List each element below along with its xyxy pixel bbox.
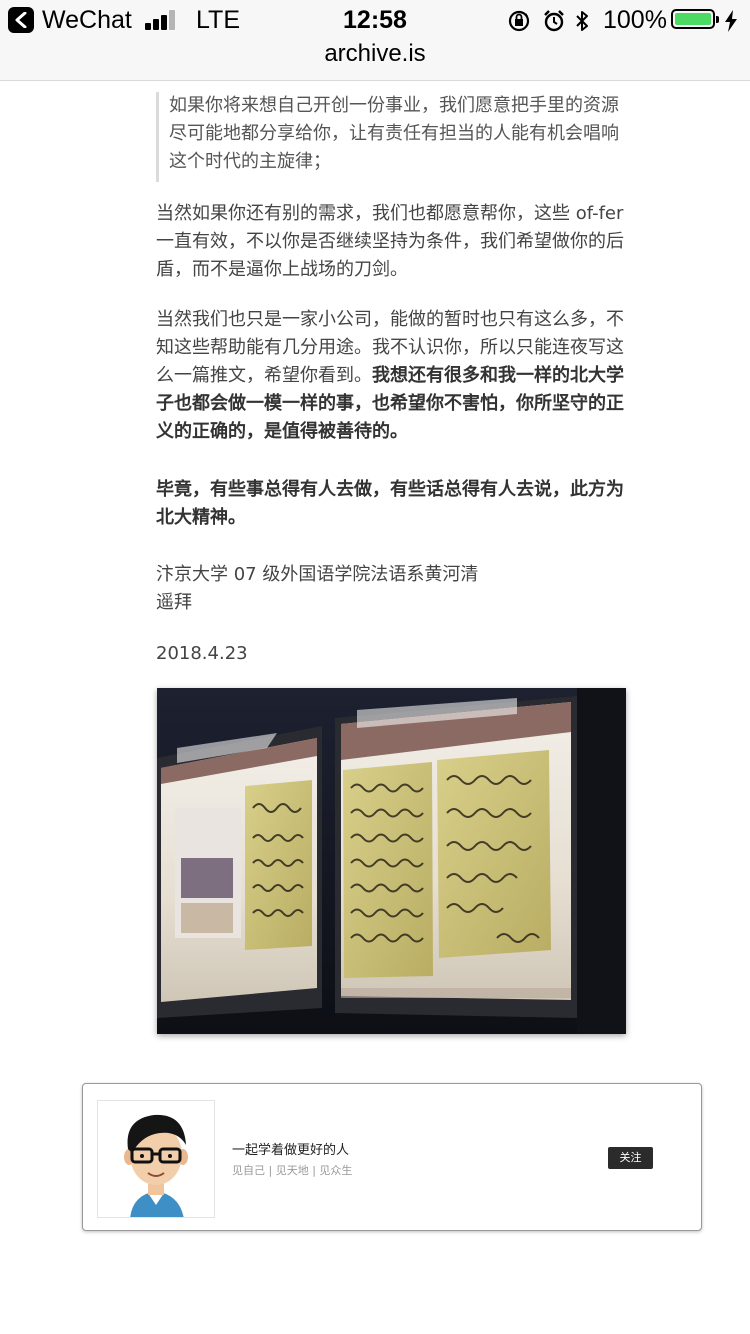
paragraph-peking-spirit: 毕竟，有些事总得有人去做，有些话总得有人去说，此方为北大精神。 xyxy=(156,476,630,532)
blockquote: 如果你将来想自己开创一份事业，我们愿意把手里的资源尽可能地都分享给你，让有责任有… xyxy=(156,92,630,182)
paragraph-small-company: 当然我们也只是一家小公司，能做的暂时也只有这么多，不知这些帮助能有几分用途。我不… xyxy=(156,306,630,446)
quote-text: 如果你将来想自己开创一份事业，我们愿意把手里的资源尽可能地都分享给你，让有责任有… xyxy=(169,95,619,172)
alarm-icon xyxy=(542,9,566,40)
battery-icon xyxy=(671,9,719,29)
charging-bolt-icon xyxy=(724,10,738,39)
author-signature: 汴京大学 07 级外国语学院法语系黄河清 xyxy=(156,564,479,585)
paragraph-offer: 当然如果你还有别的需求，我们也都愿意帮你，这些 of-fer 一直有效，不以你是… xyxy=(156,203,624,280)
poster-photo xyxy=(157,688,626,1034)
account-name: 一起学着做更好的人 xyxy=(232,1143,350,1158)
salute: 遥拜 xyxy=(156,592,192,613)
rotation-lock-icon xyxy=(507,9,531,40)
account-card[interactable]: 一起学着做更好的人 见自己 | 见天地 | 见众生 关注 xyxy=(82,1083,702,1231)
bluetooth-icon xyxy=(573,9,591,40)
avatar xyxy=(97,1100,215,1218)
battery-percentage: 100% xyxy=(603,6,667,34)
closing-bold-text: 毕竟，有些事总得有人去做，有些话总得有人去说，此方为北大精神。 xyxy=(156,479,624,528)
status-bar: WeChat LTE 12:58 100% xyxy=(0,0,750,40)
account-description: 见自己 | 见天地 | 见众生 xyxy=(232,1164,353,1177)
url-header[interactable]: archive.is xyxy=(0,40,750,81)
follow-button[interactable]: 关注 xyxy=(608,1147,653,1169)
page-url: archive.is xyxy=(324,40,426,67)
article-date: 2018.4.23 xyxy=(156,643,248,664)
